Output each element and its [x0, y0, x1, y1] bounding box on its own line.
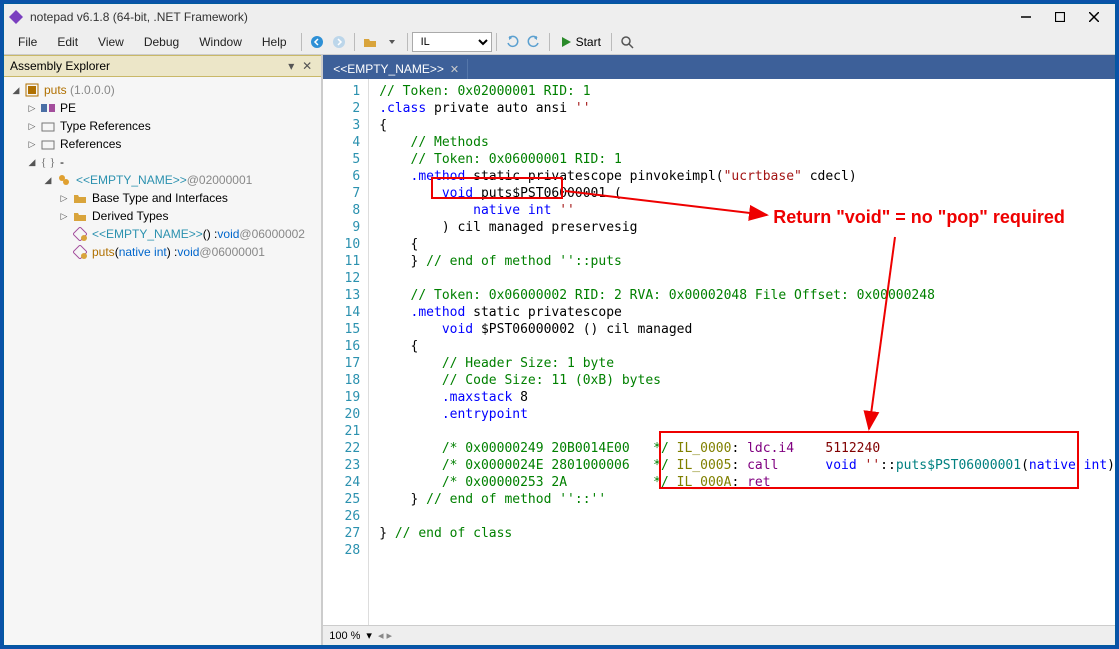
panel-close-icon[interactable]: ✕ [299, 58, 315, 74]
maximize-button[interactable] [1043, 6, 1077, 28]
expand-icon[interactable]: ▷ [58, 192, 70, 204]
window-title: notepad v6.1.8 (64-bit, .NET Framework) [30, 10, 1009, 24]
namespace-icon: { } [40, 154, 56, 170]
expand-icon[interactable]: ◢ [26, 156, 38, 168]
menubar: File Edit View Debug Window Help IL Star… [4, 30, 1115, 54]
refs-icon [40, 136, 56, 152]
folder-icon [72, 208, 88, 224]
main-area: Assembly Explorer ▾ ✕ ◢ puts (1.0.0.0) ▷… [4, 54, 1115, 645]
method-icon [72, 244, 88, 260]
menu-help[interactable]: Help [252, 32, 297, 52]
panel-header[interactable]: Assembly Explorer ▾ ✕ [4, 55, 321, 77]
language-select[interactable]: IL [412, 32, 492, 52]
tree-node-namespace[interactable]: ◢ { } - [6, 153, 319, 171]
tree-node-type-refs[interactable]: ▷ Type References [6, 117, 319, 135]
tree-root[interactable]: ◢ puts (1.0.0.0) [6, 81, 319, 99]
folder-icon [72, 190, 88, 206]
window-controls [1009, 6, 1111, 28]
expand-icon[interactable]: ◢ [42, 174, 54, 186]
expand-icon[interactable]: ▷ [26, 102, 38, 114]
open-button[interactable] [359, 31, 381, 53]
tree-node-derived[interactable]: ▷ Derived Types [6, 207, 319, 225]
code-editor[interactable]: 1234567891011121314151617181920212223242… [323, 79, 1115, 625]
code-content[interactable]: // Token: 0x02000001 RID: 1 .class priva… [369, 79, 1115, 625]
menu-view[interactable]: View [88, 32, 134, 52]
expand-icon[interactable]: ◢ [10, 84, 22, 96]
editor-tab[interactable]: <<EMPTY_NAME>> ✕ [325, 59, 468, 79]
tab-close-icon[interactable]: ✕ [450, 63, 459, 76]
menu-edit[interactable]: Edit [47, 32, 88, 52]
app-icon [8, 9, 24, 25]
method-icon [72, 226, 88, 242]
menu-window[interactable]: Window [189, 32, 252, 52]
assembly-explorer-panel: Assembly Explorer ▾ ✕ ◢ puts (1.0.0.0) ▷… [4, 55, 323, 645]
line-gutter: 1234567891011121314151617181920212223242… [323, 79, 369, 625]
refs-icon [40, 118, 56, 134]
menu-file[interactable]: File [8, 32, 47, 52]
redo-button[interactable] [523, 31, 545, 53]
close-button[interactable] [1077, 6, 1111, 28]
panel-title: Assembly Explorer [10, 59, 283, 73]
tree-method-2[interactable]: ▷ puts(native int) : void @06000001 [6, 243, 319, 261]
tree-node-pe[interactable]: ▷ PE [6, 99, 319, 117]
minimize-button[interactable] [1009, 6, 1043, 28]
app-window: notepad v6.1.8 (64-bit, .NET Framework) … [3, 3, 1116, 646]
class-icon [56, 172, 72, 188]
expand-icon[interactable]: ▷ [58, 210, 70, 222]
menu-debug[interactable]: Debug [134, 32, 189, 52]
tree-node-refs[interactable]: ▷ References [6, 135, 319, 153]
pin-icon[interactable]: ▾ [283, 58, 299, 74]
tabbar: <<EMPTY_NAME>> ✕ [323, 55, 1115, 79]
editor-panel: <<EMPTY_NAME>> ✕ 12345678910111213141516… [323, 55, 1115, 645]
search-button[interactable] [616, 31, 638, 53]
tree-node-base-types[interactable]: ▷ Base Type and Interfaces [6, 189, 319, 207]
nav-back-button[interactable] [306, 31, 328, 53]
nav-forward-button[interactable] [328, 31, 350, 53]
statusbar: 100 % ▾ ◂ ▸ [323, 625, 1115, 645]
assembly-icon [24, 82, 40, 98]
expand-icon[interactable]: ▷ [26, 138, 38, 150]
tree-node-class[interactable]: ◢ <<EMPTY_NAME>> @02000001 [6, 171, 319, 189]
pe-icon [40, 100, 56, 116]
play-icon [560, 36, 572, 48]
titlebar[interactable]: notepad v6.1.8 (64-bit, .NET Framework) [4, 4, 1115, 30]
tree-view[interactable]: ◢ puts (1.0.0.0) ▷ PE ▷ Type References [4, 77, 321, 645]
start-button[interactable]: Start [554, 33, 607, 51]
open-dropdown[interactable] [381, 31, 403, 53]
zoom-level[interactable]: 100 % [329, 630, 360, 642]
zoom-dropdown-icon[interactable]: ▾ [366, 629, 372, 642]
expand-icon[interactable]: ▷ [26, 120, 38, 132]
undo-button[interactable] [501, 31, 523, 53]
tree-method-1[interactable]: ▷ <<EMPTY_NAME>>() : void @06000002 [6, 225, 319, 243]
